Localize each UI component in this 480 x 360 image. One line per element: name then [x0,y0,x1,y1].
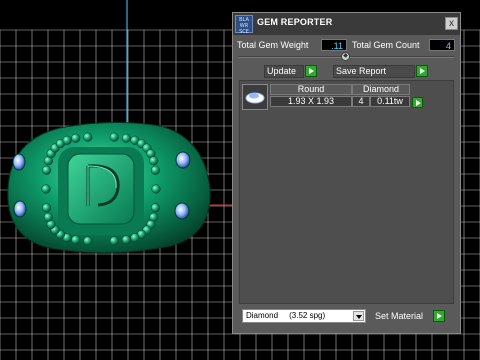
set-material-go-icon[interactable] [433,310,445,322]
total-count-value: 4 [429,39,455,51]
ring-bead [83,132,93,142]
ring-bead [151,184,161,194]
chevron-down-icon[interactable] [353,311,364,321]
app-logo-icon: BLA WR SCE [235,15,253,35]
round-gem-icon [245,92,265,104]
shape-header: Round [270,84,352,95]
close-button[interactable]: x [445,17,458,30]
ring-bead [42,203,52,213]
ring-bead [43,212,53,222]
gem-row-go-icon[interactable] [412,97,423,108]
splitter-handle[interactable]: ◆ [341,52,350,61]
gem-size-cell: 1.93 X 1.93 [270,96,352,107]
gem-count-cell: 4 [352,96,370,107]
total-weight-value: .11 [321,39,347,51]
gem-thumbnail[interactable] [242,84,268,110]
total-weight-label: Total Gem Weight [237,38,309,52]
ring-bead [109,236,119,246]
save-report-button[interactable]: Save Report [333,65,415,78]
ring-bead [62,135,72,145]
ring-bead [150,203,160,213]
ring-bead [149,156,159,166]
ring-bead [150,165,160,175]
material-header: Diamond [352,84,410,95]
total-count-label: Total Gem Count [352,38,420,52]
ring-bead [42,165,52,175]
material-select[interactable]: Diamond (3.52 spg) [242,309,366,323]
update-button[interactable]: Update [264,65,304,78]
update-go-icon[interactable] [305,65,317,77]
material-select-value: Diamond (3.52 spg) [246,311,326,320]
ring-bead [121,133,131,143]
ring-bead [130,233,140,243]
gem-weight-cell: 0.11tw [370,96,410,107]
panel-title: GEM REPORTER [257,17,333,27]
ring-bead [109,132,119,142]
ring-bead [83,236,93,246]
ring-bead [71,235,81,245]
ring-bead [41,184,51,194]
gem-reporter-panel: BLA WR SCE GEM REPORTER x Total Gem Weight… [232,12,461,334]
ring-bead [121,235,131,245]
set-material-button[interactable]: Set Material [375,311,423,321]
save-report-go-icon[interactable] [416,65,428,77]
gem-list[interactable]: Round Diamond 1.93 X 1.93 4 0.11tw [239,80,454,304]
ring-model [7,121,211,254]
ring-bead [71,133,81,143]
panel-titlebar[interactable]: BLA WR SCE GEM REPORTER x [233,13,460,35]
